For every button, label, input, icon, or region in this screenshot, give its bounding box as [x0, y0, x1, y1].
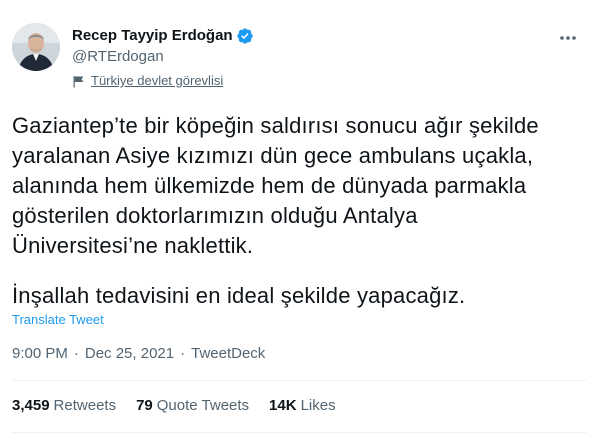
tweet-date[interactable]: Dec 25, 2021	[85, 344, 174, 364]
divider	[12, 380, 587, 381]
likes-label: Likes	[300, 397, 336, 414]
avatar[interactable]	[12, 23, 60, 71]
quote-tweets-stat[interactable]: 79 Quote Tweets	[136, 396, 249, 416]
retweets-stat[interactable]: 3,459 Retweets	[12, 396, 116, 416]
government-label[interactable]: Türkiye devlet görevlisi	[72, 73, 254, 89]
more-options-icon[interactable]	[556, 30, 580, 46]
divider	[12, 432, 587, 433]
quote-tweets-count: 79	[136, 397, 153, 414]
translate-tweet-link[interactable]: Translate Tweet	[12, 312, 104, 328]
avatar-photo	[12, 23, 60, 71]
retweets-label: Retweets	[53, 397, 117, 414]
government-label-text: Türkiye devlet görevlisi	[91, 73, 224, 88]
verified-badge-icon	[236, 27, 254, 45]
quote-tweets-label: Quote Tweets	[156, 397, 250, 414]
flag-icon	[72, 75, 85, 88]
tweet-text: Gaziantep’te bir köpeğin saldırısı sonuc…	[12, 111, 587, 311]
retweets-count: 3,459	[12, 397, 50, 414]
author-handle[interactable]: @RTErdogan	[72, 47, 254, 67]
likes-count: 14K	[269, 397, 297, 414]
meta-separator: ·	[180, 345, 186, 362]
tweet: Recep Tayyip Erdoğan @RTErdogan Türkiye …	[0, 0, 599, 445]
author-block: Recep Tayyip Erdoğan @RTErdogan Türkiye …	[72, 26, 254, 89]
name-row: Recep Tayyip Erdoğan	[72, 26, 254, 46]
author-name[interactable]: Recep Tayyip Erdoğan	[72, 26, 233, 46]
tweet-paragraph: Gaziantep’te bir köpeğin saldırısı sonuc…	[12, 113, 539, 258]
tweet-paragraph: İnşallah tedavisini en ideal şekilde yap…	[12, 283, 466, 308]
tweet-time[interactable]: 9:00 PM	[12, 344, 68, 364]
tweet-meta: 9:00 PM · Dec 25, 2021 · TweetDeck	[12, 344, 265, 364]
tweet-stats: 3,459 Retweets 79 Quote Tweets 14K Likes	[12, 396, 336, 416]
meta-separator: ·	[73, 345, 79, 362]
tweet-source[interactable]: TweetDeck	[191, 344, 265, 364]
likes-stat[interactable]: 14K Likes	[269, 396, 336, 416]
